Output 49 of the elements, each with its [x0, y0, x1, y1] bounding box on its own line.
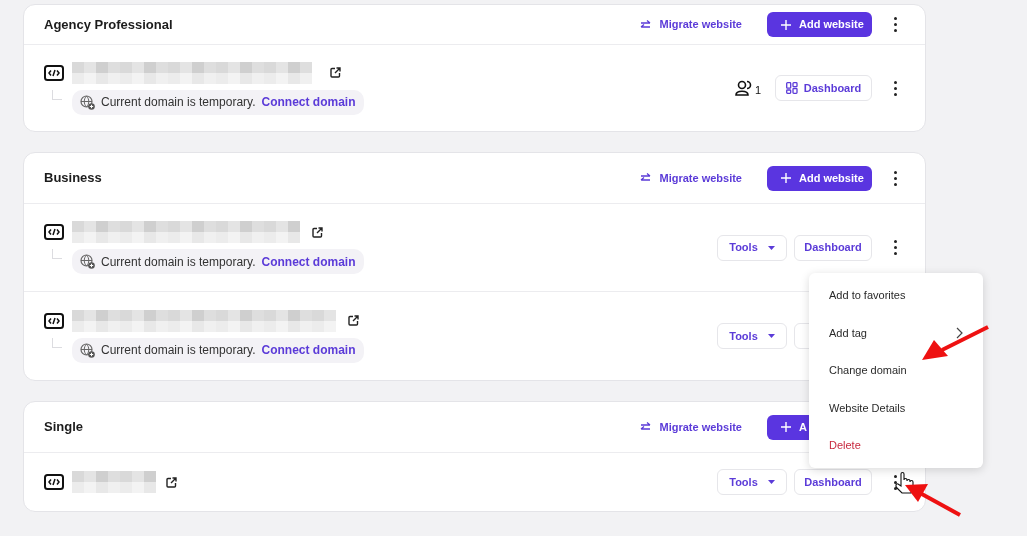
- dashboard-button[interactable]: Dashboard: [794, 234, 872, 261]
- notice-text: Current domain is temporary.: [101, 253, 256, 271]
- plus-icon: [781, 173, 791, 183]
- code-icon: [44, 474, 64, 490]
- migrate-website-link[interactable]: Migrate website: [640, 16, 742, 33]
- code-icon: [44, 312, 64, 329]
- chevron-right-icon: [956, 327, 963, 340]
- plus-icon: [781, 19, 791, 30]
- notice-text: Current domain is temporary.: [101, 342, 256, 359]
- caret-icon: [767, 245, 775, 250]
- arrow-annotation: [905, 484, 961, 517]
- globe-icon: [80, 254, 95, 269]
- add-website-button[interactable]: Add website: [767, 12, 872, 37]
- external-link-icon[interactable]: [166, 476, 177, 488]
- swap-icon: [640, 173, 652, 183]
- menu-item[interactable]: Delete: [809, 426, 983, 465]
- swap-icon: [640, 422, 652, 432]
- migrate-website-link[interactable]: Migrate website: [640, 418, 742, 436]
- add-website-button[interactable]: Add website: [767, 165, 872, 191]
- swap-icon: [640, 19, 652, 30]
- grid-icon: [785, 82, 798, 94]
- external-link-icon[interactable]: [330, 67, 341, 78]
- code-icon: [44, 64, 64, 81]
- connect-domain-link[interactable]: Connect domain: [261, 93, 356, 111]
- globe-icon: [80, 342, 95, 358]
- user-count: 1: [754, 85, 761, 96]
- menu-item[interactable]: Change domain: [809, 351, 983, 390]
- tools-dropdown[interactable]: Tools: [717, 234, 787, 261]
- migrate-website-link[interactable]: Migrate website: [640, 169, 742, 187]
- tools-dropdown[interactable]: Tools: [717, 469, 787, 495]
- caret-icon: [767, 480, 775, 484]
- connect-domain-link[interactable]: Connect domain: [261, 341, 356, 359]
- external-link-icon[interactable]: [348, 315, 359, 326]
- caret-icon: [767, 334, 775, 338]
- menu-item[interactable]: Add to favorites: [809, 277, 983, 315]
- dashboard-button[interactable]: Dashboard: [775, 75, 872, 101]
- plan-title: Business: [44, 169, 103, 188]
- plus-icon: [781, 422, 791, 432]
- connect-domain-link[interactable]: Connect domain: [261, 252, 356, 271]
- notice-text: Current domain is temporary.: [101, 94, 256, 111]
- arrow-annotation: [922, 325, 989, 360]
- code-icon: [44, 224, 64, 240]
- menu-item[interactable]: Website Details: [809, 389, 983, 427]
- external-link-icon[interactable]: [312, 226, 323, 238]
- plan-title: Single: [44, 418, 84, 437]
- plan-title: Agency Professional: [44, 15, 174, 34]
- tools-dropdown[interactable]: Tools: [717, 323, 787, 349]
- globe-icon: [80, 94, 95, 110]
- dashboard-button[interactable]: Dashboard: [794, 469, 872, 495]
